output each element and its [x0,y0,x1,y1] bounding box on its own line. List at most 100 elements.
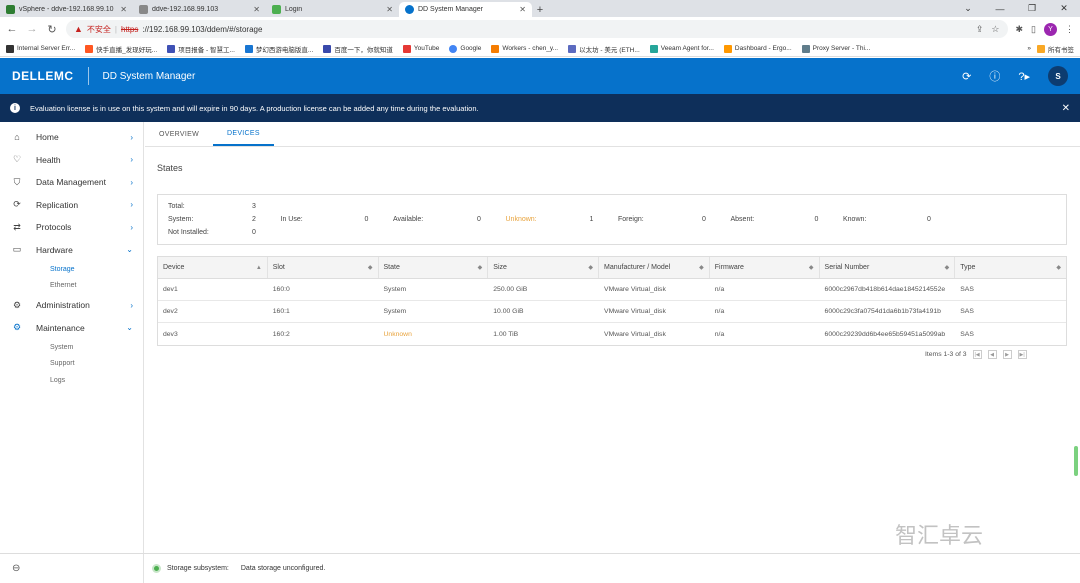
administration-icon: ⚙ [12,299,22,310]
scroll-indicator[interactable] [1074,446,1078,476]
bookmark-item[interactable]: 快手直播_发现好玩... [85,44,157,54]
sidebar-subitem-system[interactable]: System [0,339,143,356]
sort-icon[interactable]: ◆ [699,264,704,271]
table-row[interactable]: dev2 160:1 System 10.00 GiB VMware Virtu… [158,301,1066,323]
tab-search-icon[interactable]: ⌄ [952,3,984,14]
close-icon[interactable]: ✕ [386,5,393,14]
browser-tab-ddve[interactable]: ddve-192.168.99.103 ✕ [133,2,266,17]
browser-tab-dd-system-manager[interactable]: DD System Manager ✕ [399,2,532,17]
dellemc-logo: DELLEMC [12,69,74,83]
tab-devices[interactable]: DEVICES [213,122,274,146]
forward-icon[interactable]: → [26,23,38,35]
restore-icon[interactable]: ❐ [1016,3,1048,14]
sort-icon[interactable]: ◆ [588,264,593,271]
sidebar-item-data-management[interactable]: ⛉ Data Management › [0,171,143,194]
profile-avatar[interactable]: Y [1044,22,1057,36]
not-installed-value: 0 [252,229,256,236]
total-value: 3 [252,203,256,210]
pagination-summary: Items 1-3 of 3 [925,351,967,358]
side-panel-icon[interactable]: ▯ [1031,24,1036,35]
sidebar-subitem-logs[interactable]: Logs [0,372,143,389]
not-secure-label[interactable]: 不安全 [87,24,111,35]
refresh-icon[interactable]: ⟳ [962,70,971,83]
sidebar-item-health[interactable]: ♡ Health › [0,149,143,172]
bookmark-item[interactable]: 项目报备 - 智慧工... [167,44,235,54]
chevron-right-icon: › [130,155,133,165]
cell-device: dev3 [163,330,178,338]
tab-overview[interactable]: OVERVIEW [145,122,213,146]
cell-firmware: n/a [714,308,725,315]
known-value: 0 [927,216,931,223]
known-label: Known: [843,216,867,223]
share-icon[interactable]: ⇪ [976,24,984,35]
warning-icon[interactable]: ▲ [74,24,83,34]
info-icon[interactable]: ⓘ [989,68,1000,84]
page-favicon-icon [139,5,148,14]
bookmark-item[interactable]: 梦幻西游电脑版直... [244,44,313,54]
close-icon[interactable]: ✕ [253,5,260,14]
browser-tab-vsphere[interactable]: vSphere - ddve-192.168.99.10 ✕ [0,2,133,17]
banner-close-icon[interactable]: ✕ [1062,103,1070,114]
chevron-right-icon: › [130,222,133,232]
available-value: 0 [477,216,481,223]
browser-tab-login[interactable]: Login ✕ [266,2,399,17]
bookmark-star-icon[interactable]: ☆ [991,24,999,35]
sidebar-subitem-storage[interactable]: Storage [0,261,143,278]
user-avatar[interactable]: S [1048,66,1068,86]
sort-icon[interactable]: ◆ [809,264,814,271]
pagination: Items 1-3 of 3 |◀ ◀ ▶ ▶| [925,350,1027,359]
collapse-sidebar-icon[interactable]: ⊖ [0,553,144,583]
back-icon[interactable]: ← [6,23,18,35]
google-icon [449,44,458,53]
sidebar-item-hardware[interactable]: ▭ Hardware ⌄ [0,239,143,262]
help-icon[interactable]: ?▸ [1018,70,1030,83]
close-icon[interactable]: ✕ [519,5,526,14]
column-header-type[interactable]: Type ◆ [955,257,1066,278]
sidebar-item-home[interactable]: ⌂ Home › [0,126,143,149]
sort-icon[interactable]: ◆ [368,264,373,271]
bookmark-item[interactable]: 以太坊 - 美元 (ETH... [568,44,640,54]
extensions-icon[interactable]: ✱ [1016,24,1024,35]
table-row[interactable]: dev3 160:2 Unknown 1.00 TiB VMware Virtu… [158,323,1066,345]
minimize-icon[interactable]: — [984,4,1016,14]
bookmark-item[interactable]: Google [449,44,481,53]
menu-icon[interactable]: ⋮ [1065,24,1074,35]
next-page-icon[interactable]: ▶ [1002,350,1012,359]
sidebar-item-protocols[interactable]: ⇄ Protocols › [0,216,143,239]
column-header-manufacturer[interactable]: Manufacturer / Model ◆ [599,257,710,278]
column-header-device[interactable]: Device ▲ [158,257,268,278]
bookmark-item[interactable]: Veeam Agent for... [649,44,714,53]
bookmark-item[interactable]: Dashboard - Ergo... [723,44,792,53]
bookmark-favicon-icon [801,44,810,53]
table-row[interactable]: dev1 160:0 System 250.00 GiB VMware Virt… [158,279,1066,301]
sidebar-item-maintenance[interactable]: ⚙ Maintenance ⌄ [0,317,143,340]
window-close-icon[interactable]: ✕ [1048,3,1080,14]
first-page-icon[interactable]: |◀ [972,350,982,359]
sort-icon[interactable]: ◆ [478,264,483,271]
sidebar-subitem-ethernet[interactable]: Ethernet [0,278,143,295]
more-bookmarks-button[interactable]: » [1027,45,1031,52]
bookmark-item[interactable]: Proxy Server - Thi... [801,44,870,53]
sort-icon[interactable]: ◆ [1056,264,1061,271]
sidebar-subitem-support[interactable]: Support [0,356,143,373]
new-tab-button[interactable]: + [532,2,548,17]
previous-page-icon[interactable]: ◀ [987,350,997,359]
column-header-slot[interactable]: Slot ◆ [268,257,379,278]
reload-icon[interactable]: ↻ [46,23,58,36]
all-bookmarks-folder[interactable]: 所有书签 [1037,44,1074,54]
sort-icon[interactable]: ◆ [945,264,950,271]
close-icon[interactable]: ✕ [120,5,127,14]
column-header-state[interactable]: State ◆ [379,257,489,278]
bookmark-item[interactable]: YouTube [402,44,439,53]
bookmark-item[interactable]: Internal Server Err... [6,44,75,53]
bookmark-item[interactable]: Workers - chen_y... [491,44,558,53]
sidebar-item-replication[interactable]: ⟳ Replication › [0,194,143,217]
sidebar-item-administration[interactable]: ⚙ Administration › [0,294,143,317]
sort-ascending-icon[interactable]: ▲ [256,265,262,271]
column-header-size[interactable]: Size ◆ [488,257,600,278]
bookmark-item[interactable]: 百度一下，你就知道 [323,44,393,54]
column-header-firmware[interactable]: Firmware ◆ [710,257,820,278]
column-header-serial-number[interactable]: Serial Number ◆ [820,257,956,278]
last-page-icon[interactable]: ▶| [1017,350,1027,359]
url-bar[interactable]: ▲ 不安全 | https://192.168.99.103/ddem/#/st… [66,20,1008,38]
